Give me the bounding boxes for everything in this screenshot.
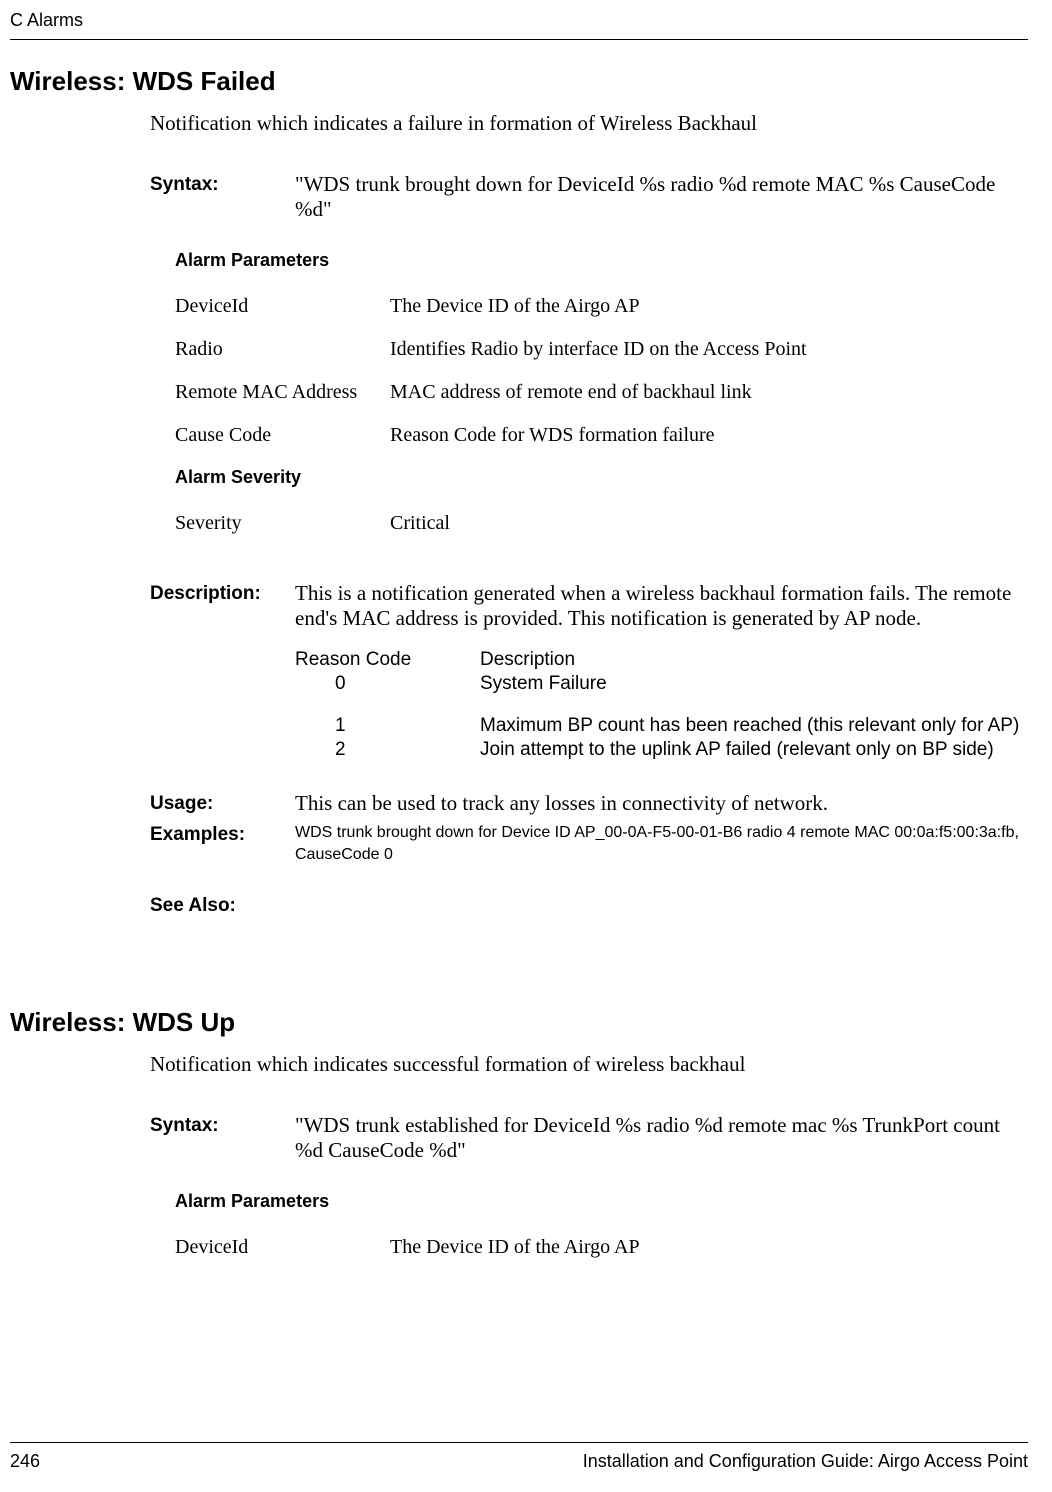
param-desc: Reason Code for WDS formation failure: [390, 424, 1028, 447]
syntax-value: "WDS trunk established for DeviceId %s r…: [295, 1113, 1028, 1163]
param-desc: The Device ID of the Airgo AP: [390, 295, 1028, 318]
seealso-label: See Also:: [150, 893, 295, 917]
header-rule: [10, 39, 1028, 40]
param-name: Radio: [175, 338, 390, 361]
alarm-parameters-head: Alarm Parameters: [175, 250, 1028, 271]
section1-intro: Notification which indicates a failure i…: [150, 111, 1028, 136]
description-value: This is a notification generated when a …: [295, 581, 1028, 631]
usage-label: Usage:: [150, 791, 295, 816]
reason-desc: System Failure: [480, 673, 1028, 695]
param-row: DeviceId The Device ID of the Airgo AP: [175, 1236, 1028, 1259]
examples-label: Examples:: [150, 822, 295, 867]
syntax-label: Syntax:: [150, 1113, 295, 1163]
reason-code: 0: [295, 673, 480, 695]
param-row: Radio Identifies Radio by interface ID o…: [175, 338, 1028, 361]
reason-code: 1: [295, 715, 480, 737]
severity-value: Critical: [390, 512, 1028, 535]
section1-title: Wireless: WDS Failed: [10, 66, 1028, 97]
param-name: DeviceId: [175, 295, 390, 318]
reason-code-head: Reason Code: [295, 649, 480, 671]
param-desc: Identifies Radio by interface ID on the …: [390, 338, 1028, 361]
section2-title: Wireless: WDS Up: [10, 1007, 1028, 1038]
param-desc: MAC address of remote end of backhaul li…: [390, 381, 1028, 404]
param-name: DeviceId: [175, 1236, 390, 1259]
reason-desc: Maximum BP count has been reached (this …: [480, 715, 1028, 737]
reason-row: 2 Join attempt to the uplink AP failed (…: [295, 739, 1028, 761]
param-row: Remote MAC Address MAC address of remote…: [175, 381, 1028, 404]
param-name: Remote MAC Address: [175, 381, 390, 404]
footer-rule: [10, 1442, 1028, 1443]
param-name: Cause Code: [175, 424, 390, 447]
reason-table-head: Reason Code Description: [295, 649, 1028, 671]
page-number: 246: [10, 1451, 40, 1472]
severity-row: Severity Critical: [175, 512, 1028, 535]
param-desc: The Device ID of the Airgo AP: [390, 1236, 1028, 1259]
reason-desc: Join attempt to the uplink AP failed (re…: [480, 739, 1028, 761]
reason-desc-head: Description: [480, 649, 575, 671]
syntax-label: Syntax:: [150, 172, 295, 222]
reason-code: 2: [295, 739, 480, 761]
section2-intro: Notification which indicates successful …: [150, 1052, 1028, 1077]
description-label: Description:: [150, 581, 295, 631]
reason-row: 0 System Failure: [295, 673, 1028, 695]
alarm-parameters-head: Alarm Parameters: [175, 1191, 1028, 1212]
usage-value: This can be used to track any losses in …: [295, 791, 1028, 816]
param-row: Cause Code Reason Code for WDS formation…: [175, 424, 1028, 447]
param-row: DeviceId The Device ID of the Airgo AP: [175, 295, 1028, 318]
header-chapter: C Alarms: [10, 10, 83, 31]
syntax-value: "WDS trunk brought down for DeviceId %s …: [295, 172, 1028, 222]
examples-value: WDS trunk brought down for Device ID AP_…: [295, 822, 1028, 867]
severity-name: Severity: [175, 512, 390, 535]
footer-title: Installation and Configuration Guide: Ai…: [583, 1451, 1028, 1472]
alarm-severity-head: Alarm Severity: [175, 467, 1028, 488]
reason-row: 1 Maximum BP count has been reached (thi…: [295, 715, 1028, 737]
seealso-value: [295, 893, 1028, 917]
